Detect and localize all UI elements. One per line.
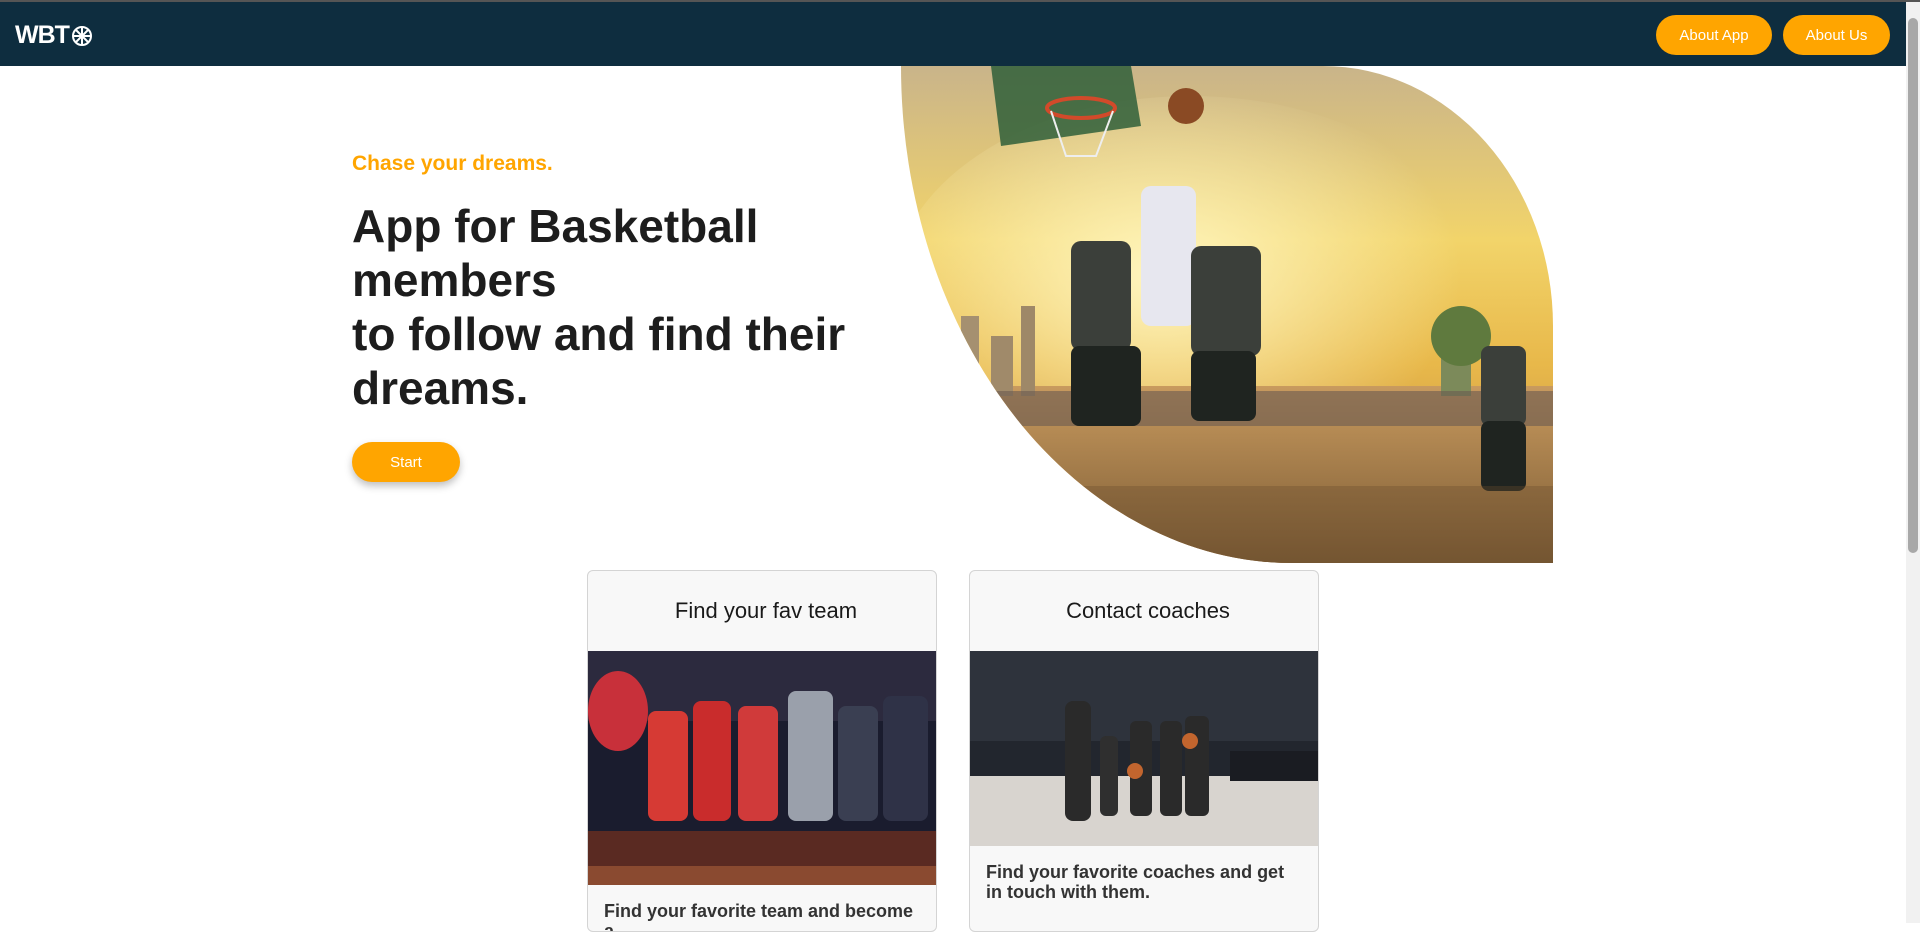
scrollbar-thumb[interactable] (1908, 18, 1918, 553)
about-app-button[interactable]: About App (1656, 15, 1772, 55)
card-title: Contact coaches (1066, 598, 1230, 623)
card-find-team[interactable]: Find your fav team Find your favorite te… (587, 570, 937, 932)
start-button[interactable]: Start (352, 442, 460, 482)
card-contact-coaches[interactable]: Contact coaches Find your favorite coach… (969, 570, 1319, 932)
logo-text: WBT (15, 21, 70, 49)
basketball-players-jumping-photo (901, 66, 1553, 563)
hero-text: Chase your dreams. (352, 152, 852, 176)
card-title: Find your fav team (674, 598, 858, 623)
basketball-icon (71, 25, 92, 46)
hero-headline-line2: to follow and find their dreams. (352, 308, 846, 414)
basketball-team-huddle-photo (588, 651, 936, 885)
hero-image (901, 66, 1553, 563)
about-us-button[interactable]: About Us (1783, 15, 1890, 55)
card-description: Find your favorite team and become a (604, 901, 914, 932)
navbar: WBT About App About Us (0, 2, 1906, 66)
card-description: Find your favorite coaches and get in to… (986, 862, 1285, 902)
logo[interactable]: WBT (15, 21, 93, 50)
hero-tagline: Chase your dreams. (352, 152, 553, 175)
coach-with-kids-photo (970, 651, 1318, 846)
hero-headline-line1: App for Basketball members (352, 200, 759, 306)
hero-headline: App for Basketball members to follow and… (352, 199, 872, 415)
